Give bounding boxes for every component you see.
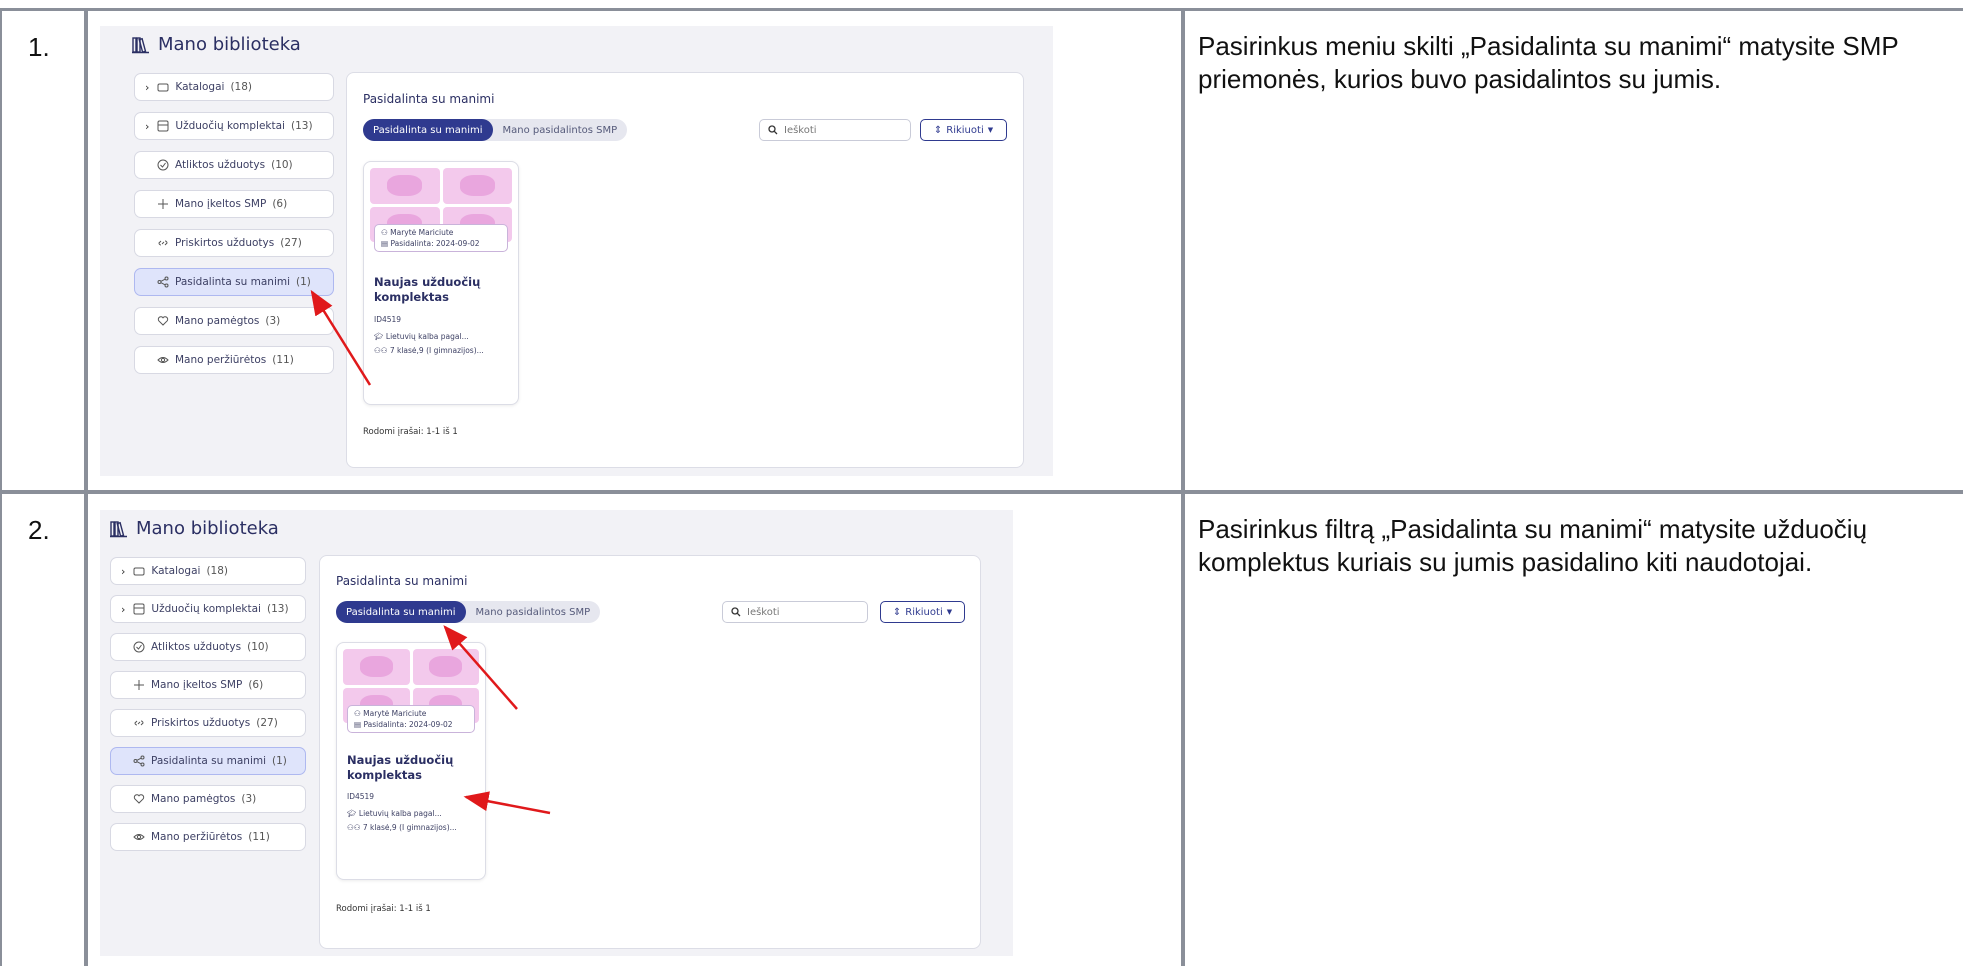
arrow-to-sidebar-item <box>310 289 372 386</box>
annotation-arrows <box>310 289 551 815</box>
arrow-to-card <box>463 791 551 815</box>
arrow-to-tab <box>443 625 518 710</box>
